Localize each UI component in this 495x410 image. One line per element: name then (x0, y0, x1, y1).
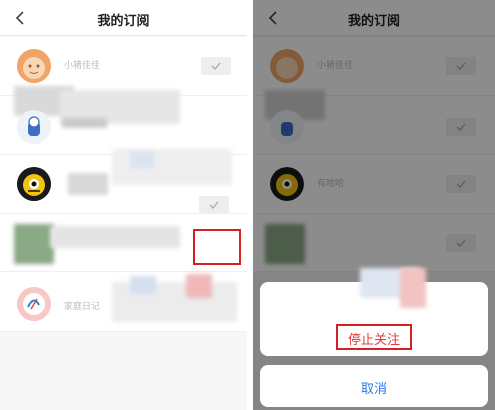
blurred-area (130, 151, 154, 169)
avatar (17, 49, 51, 83)
blurred-area (14, 224, 54, 264)
check-icon (209, 201, 219, 209)
subscribed-toggle[interactable] (201, 57, 231, 75)
blurred-area (68, 173, 108, 195)
subscription-name: 小猪佳佳 (64, 60, 101, 70)
blurred-area (50, 226, 180, 248)
cancel-button[interactable]: 取消 (260, 378, 488, 397)
avatar (17, 167, 51, 201)
check-icon (211, 62, 221, 70)
avatar (17, 110, 51, 144)
blurred-area (62, 118, 107, 128)
page-title: 我的订阅 (97, 13, 150, 28)
list-item[interactable] (0, 86, 247, 155)
left-screen: 我的订阅 小猪佳佳 家庭日记 (0, 0, 247, 410)
highlight-box (336, 324, 412, 350)
blurred-area (186, 274, 212, 298)
blurred-area (130, 276, 156, 294)
avatar (17, 287, 51, 321)
cancel-sheet: 取消 (260, 365, 488, 407)
highlight-box (193, 229, 241, 265)
subscribed-toggle[interactable] (199, 196, 229, 214)
action-sheet: 停止关注 (260, 268, 488, 356)
list-item[interactable]: 家庭日记 (0, 272, 247, 332)
top-bar: 我的订阅 (0, 0, 247, 36)
subscription-list: 小猪佳佳 (0, 37, 247, 332)
subscription-name: 家庭日记 (64, 301, 101, 311)
right-screen: 我的订阅 小猪佳佳 有哈哈 停止关注 取消 (253, 0, 495, 410)
blurred-area (400, 268, 426, 308)
